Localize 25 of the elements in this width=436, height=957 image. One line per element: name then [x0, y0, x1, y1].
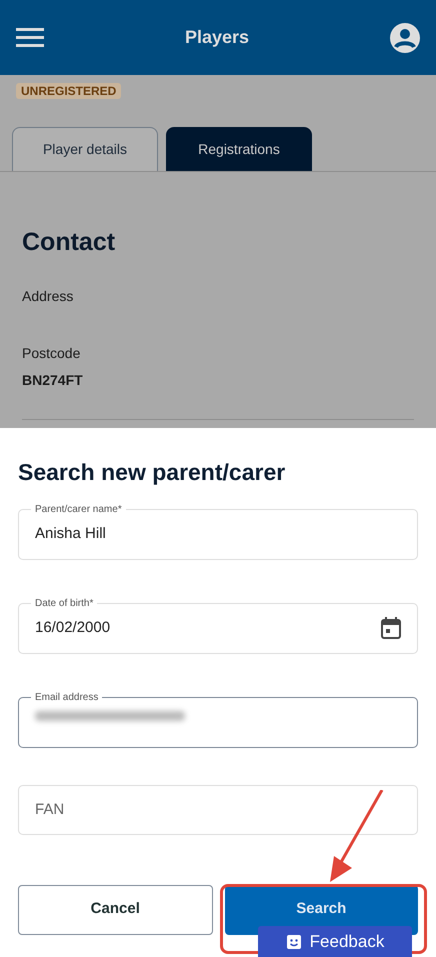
field-label: Postcode	[22, 344, 82, 362]
menu-button[interactable]	[16, 28, 44, 48]
text-input[interactable]: FAN	[35, 798, 401, 821]
input-field[interactable]: Date of birth* 16/02/2000	[18, 596, 418, 654]
account-icon[interactable]	[390, 22, 420, 52]
text-input[interactable]: Anisha Hill	[35, 522, 401, 545]
sheet-title: Search new parent/carer	[18, 458, 286, 487]
smiley-icon	[286, 934, 302, 950]
cancel-button[interactable]: Cancel	[18, 884, 213, 934]
input-field[interactable]: Parent/carer name* Anisha Hill	[18, 502, 418, 560]
field-label: Address	[22, 286, 74, 306]
field-label: Email address	[34, 690, 100, 704]
tab[interactable]: Registrations	[166, 127, 312, 171]
status-badge: UNREGISTERED	[16, 83, 122, 99]
input-field[interactable]: Email address	[18, 690, 418, 748]
tab[interactable]: Player details	[12, 127, 158, 171]
input-field[interactable]: FAN	[18, 784, 418, 834]
field-label: Date of birth*	[34, 596, 94, 610]
text-input[interactable]: 16/02/2000	[35, 616, 381, 639]
field-label: Parent/carer name*	[34, 502, 123, 516]
calendar-icon[interactable]	[381, 616, 401, 639]
field-value: BN274FT	[22, 370, 84, 390]
feedback-overlay[interactable]: Feedback	[258, 926, 412, 957]
page-title: Players	[184, 26, 250, 49]
section-heading: Contact	[22, 227, 116, 258]
